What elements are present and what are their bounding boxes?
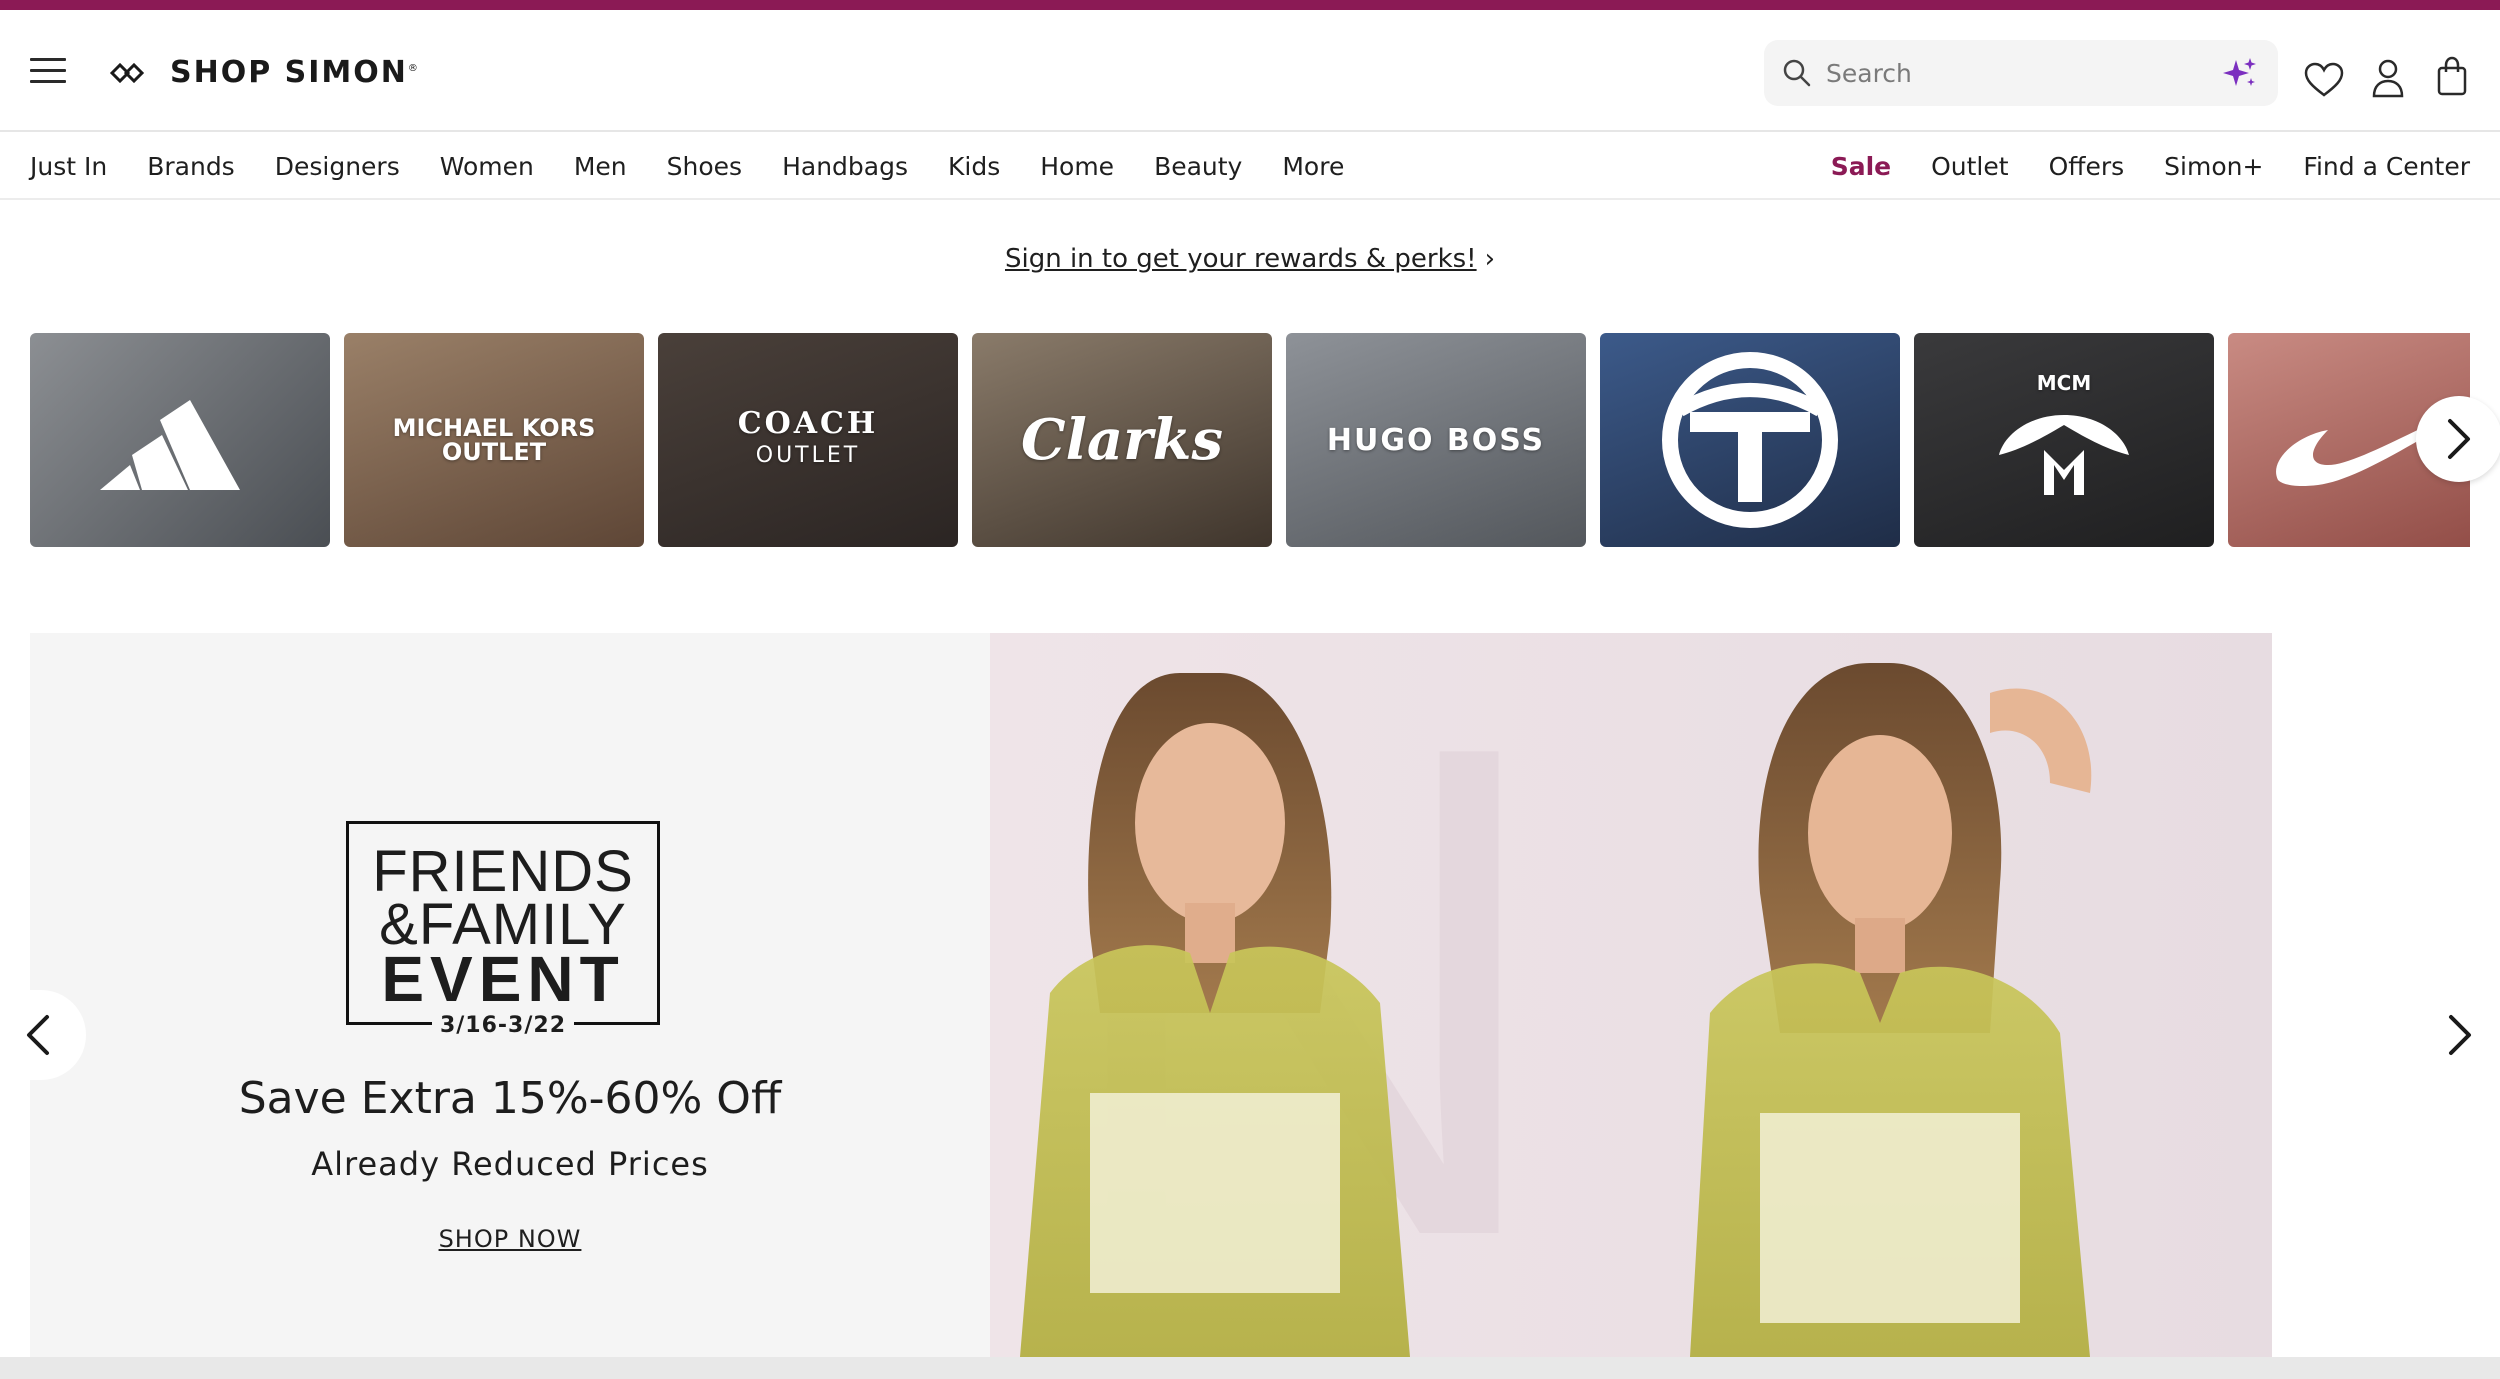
brand-tile-coach-outlet[interactable]: COACH OUTLET	[658, 333, 958, 547]
nav-item-home[interactable]: Home	[1040, 152, 1114, 181]
nav-item-beauty[interactable]: Beauty	[1154, 152, 1242, 181]
sparkle-icon[interactable]	[2222, 56, 2258, 92]
nav-item-just-in[interactable]: Just In	[30, 152, 107, 181]
menu-icon[interactable]	[30, 58, 66, 84]
hero-next-button[interactable]	[2420, 990, 2500, 1080]
nav-item-kids[interactable]: Kids	[948, 152, 1000, 181]
hero-title: Save Extra 15%-60% Off	[238, 1073, 782, 1124]
brand-tile-clarks[interactable]: Clarks	[972, 333, 1272, 547]
search-bar[interactable]	[1764, 40, 2278, 106]
heart-icon[interactable]	[2304, 62, 2344, 98]
user-icon[interactable]	[2372, 58, 2404, 98]
rewards-signin-link[interactable]: Sign in to get your rewards & perks!	[1005, 244, 1477, 274]
search-icon	[1783, 59, 1811, 87]
brand-label-michael-kors: MICHAEL KORS OUTLET	[392, 414, 596, 466]
nav-item-designers[interactable]: Designers	[275, 152, 400, 181]
adidas-logo-icon	[100, 400, 240, 490]
nav-utility: Sale Outlet Offers Simon+ Find a Center	[1831, 152, 2470, 181]
brand-carousel: MICHAEL KORS OUTLET COACH OUTLET Clarks HU…	[30, 333, 2470, 547]
ff-line-event: EVENT	[381, 943, 625, 1015]
nav-item-women[interactable]: Women	[440, 152, 534, 181]
nav-item-men[interactable]: Men	[574, 152, 627, 181]
nav-item-find-a-center[interactable]: Find a Center	[2303, 152, 2470, 181]
search-input[interactable]	[1826, 58, 2206, 88]
chevron-right-icon: ›	[1484, 244, 1495, 274]
nav-item-simon-plus[interactable]: Simon+	[2164, 152, 2263, 181]
main-nav: Just In Brands Designers Women Men Shoes…	[0, 134, 2500, 200]
brand-label-clarks: Clarks	[1021, 407, 1223, 473]
hero-banner: FRIENDS &FAMILY EVENT 3/16-3/22 Save Ext…	[30, 633, 2272, 1357]
hero-subtitle: Already Reduced Prices	[311, 1145, 709, 1183]
ff-date: 3/16-3/22	[349, 1013, 657, 1038]
hero-prev-button[interactable]	[0, 990, 86, 1080]
friends-family-badge: FRIENDS &FAMILY EVENT 3/16-3/22	[346, 821, 660, 1038]
nav-item-sale[interactable]: Sale	[1831, 152, 1891, 181]
brand-top-bar	[0, 0, 2500, 10]
site-logo[interactable]: SHOP SIMON®	[110, 55, 420, 90]
brand-carousel-next-button[interactable]	[2416, 396, 2500, 482]
mcm-laurel-icon	[1999, 415, 2129, 495]
brand-tile-michael-kors-outlet[interactable]: MICHAEL KORS OUTLET	[344, 333, 644, 547]
brand-tile-mcm[interactable]: MCM	[1914, 333, 2214, 547]
mcm-logo: MCM	[1989, 371, 2139, 509]
bottom-scroll-strip	[0, 1357, 2500, 1379]
rewards-banner: Sign in to get your rewards & perks! ›	[0, 244, 2500, 274]
brand-label-coach: COACH OUTLET	[737, 406, 879, 469]
site-header: SHOP SIMON®	[0, 10, 2500, 132]
hero-models-illustration: N	[990, 633, 2272, 1357]
sergio-tacchini-logo-icon	[1662, 352, 1838, 528]
brand-tile-adidas[interactable]	[30, 333, 330, 547]
nav-item-brands[interactable]: Brands	[147, 152, 235, 181]
nav-item-outlet[interactable]: Outlet	[1931, 152, 2008, 181]
brand-label-hugo-boss: HUGO BOSS	[1326, 422, 1546, 458]
logo-mark-icon	[110, 62, 145, 83]
hero-text-panel: FRIENDS &FAMILY EVENT 3/16-3/22 Save Ext…	[30, 633, 990, 1357]
nav-categories: Just In Brands Designers Women Men Shoes…	[30, 152, 1344, 181]
chevron-right-icon	[2449, 1015, 2471, 1055]
shop-now-link[interactable]: SHOP NOW	[439, 1225, 582, 1253]
brand-tile-hugo-boss[interactable]: HUGO BOSS	[1286, 333, 1586, 547]
hero-image[interactable]: N	[990, 633, 2272, 1357]
nav-item-shoes[interactable]: Shoes	[667, 152, 742, 181]
nav-item-handbags[interactable]: Handbags	[782, 152, 908, 181]
nav-item-more[interactable]: More	[1282, 152, 1344, 181]
logo-text: SHOP SIMON®	[170, 55, 420, 90]
brand-tile-sergio-tacchini[interactable]	[1600, 333, 1900, 547]
nav-item-offers[interactable]: Offers	[2049, 152, 2125, 181]
chevron-left-icon	[27, 1015, 49, 1055]
bag-icon[interactable]	[2436, 56, 2468, 96]
chevron-right-icon	[2448, 419, 2470, 459]
